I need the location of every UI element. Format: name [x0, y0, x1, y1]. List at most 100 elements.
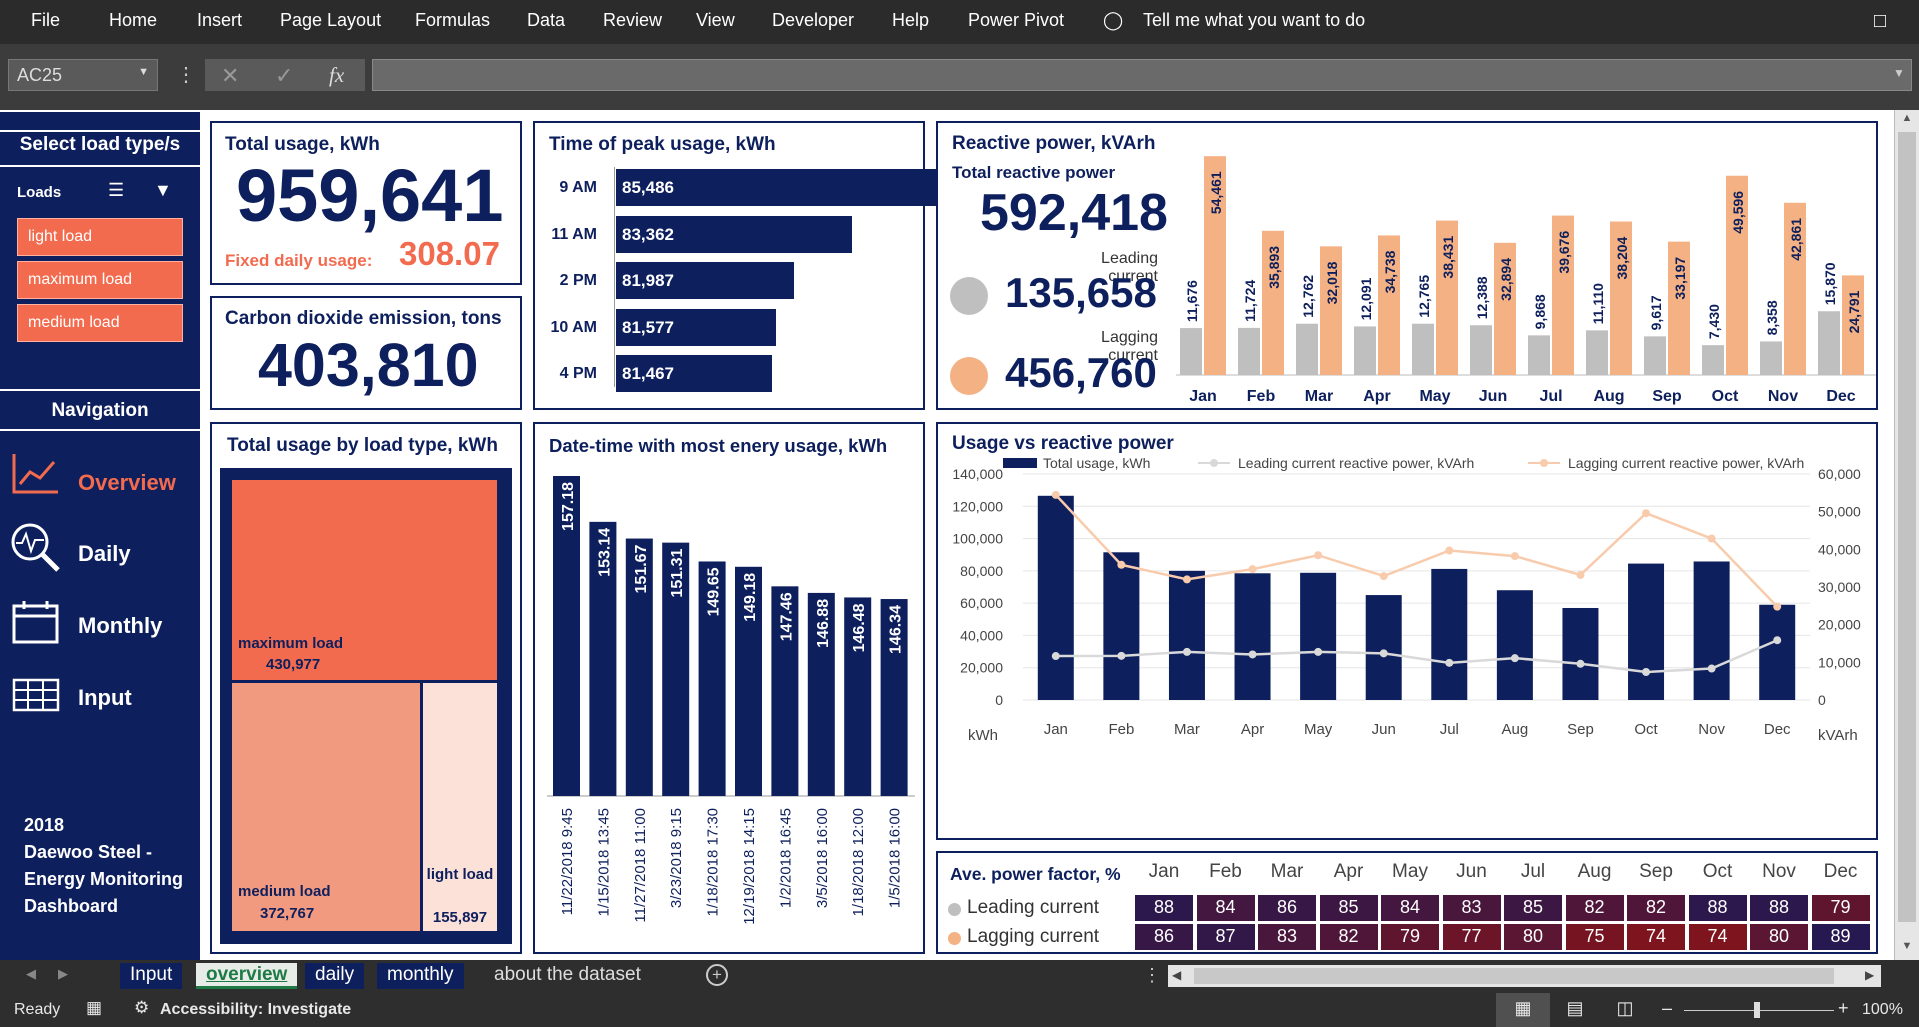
datetime-tick-label: 1/18/2018 12:00: [850, 808, 867, 916]
treemap-maximum-load[interactable]: maximum load 430,977: [232, 480, 497, 680]
function-icon[interactable]: fx: [329, 63, 344, 88]
month-tick-label: Jul: [1440, 721, 1459, 738]
leading-data-label: 11,676: [1184, 280, 1200, 322]
leading-bar: [1644, 336, 1666, 375]
lagging-point: [1051, 490, 1060, 499]
magnifier-pulse-icon: [11, 523, 60, 572]
month-tick-label: Jun: [1479, 388, 1507, 405]
scroll-down-icon[interactable]: ▼: [1897, 940, 1917, 956]
usage-bar: [1103, 552, 1140, 700]
clear-filter-icon[interactable]: ▼: [154, 180, 172, 201]
expand-formula-icon[interactable]: ▼: [1893, 66, 1905, 80]
status-accessibility[interactable]: Accessibility: Investigate: [160, 1001, 351, 1019]
lagging-data-label: 38,431: [1440, 236, 1456, 279]
nav-monthly[interactable]: Monthly: [78, 613, 162, 639]
leading-point: [1707, 664, 1716, 673]
scroll-up-icon[interactable]: ▲: [1897, 112, 1917, 128]
menu-help[interactable]: Help: [892, 10, 929, 31]
slicer-item-maximum-load[interactable]: maximum load: [17, 261, 183, 299]
month-tick-label: Nov: [1698, 721, 1725, 738]
y-left-unit: kWh: [968, 727, 998, 744]
add-sheet-icon[interactable]: +: [706, 964, 728, 986]
horizontal-scrollbar[interactable]: ◀ ▶: [1168, 965, 1881, 987]
vertical-scrollbar[interactable]: ▲ ▼: [1894, 110, 1919, 960]
usage-bar: [1628, 563, 1665, 700]
datetime-tick-label: 1/18/2018 17:30: [705, 808, 722, 916]
zoom-level[interactable]: 100%: [1862, 1001, 1903, 1019]
usage-bar: [1496, 590, 1533, 700]
treemap-light-load[interactable]: light load 155,897: [423, 683, 497, 931]
datetime-value-label: 149.65: [706, 567, 723, 616]
nav-input[interactable]: Input: [78, 685, 132, 711]
pf-month-header: Dec: [1823, 861, 1858, 882]
more-tabs-icon[interactable]: ⋮: [1143, 965, 1161, 986]
tab-monthly[interactable]: monthly: [377, 963, 464, 989]
pf-month-header: Jun: [1456, 861, 1487, 882]
menu-page-layout[interactable]: Page Layout: [280, 10, 381, 31]
datetime-value-label: 149.18: [742, 573, 759, 622]
page-layout-view-icon[interactable]: ▤: [1553, 998, 1597, 1019]
normal-view-icon[interactable]: ▦: [1496, 993, 1550, 1027]
cancel-icon[interactable]: ✕: [221, 63, 239, 89]
lagging-data-label: 35,893: [1266, 246, 1282, 289]
macro-record-icon[interactable]: ▦: [86, 998, 102, 1018]
menu-power-pivot[interactable]: Power Pivot: [968, 10, 1064, 31]
nav-daily[interactable]: Daily: [78, 541, 131, 567]
menu-home[interactable]: Home: [109, 10, 157, 31]
treemap-medium-load[interactable]: medium load 372,767: [232, 683, 420, 931]
pf-lag-cell: 89: [1811, 924, 1870, 950]
zoom-slider-handle[interactable]: [1754, 1002, 1760, 1018]
dashboard-caption: 2018 Daewoo Steel - Energy Monitoring Da…: [24, 815, 183, 916]
menu-developer[interactable]: Developer: [772, 10, 854, 31]
tab-about-the-dataset[interactable]: about the dataset: [484, 963, 651, 989]
leading-bar: [1528, 335, 1550, 375]
pf-month-header: Jul: [1520, 861, 1546, 882]
tab-input[interactable]: Input: [120, 963, 183, 989]
comments-icon[interactable]: □: [1874, 10, 1886, 33]
zoom-out-icon[interactable]: –: [1662, 998, 1672, 1019]
multi-select-icon[interactable]: ☰: [108, 180, 124, 201]
total-reactive-label: Total reactive power: [952, 163, 1116, 182]
hscroll-right-icon[interactable]: ▶: [1865, 968, 1874, 982]
tab-overview[interactable]: overview: [196, 963, 298, 989]
name-box[interactable]: AC25 ▼: [8, 59, 158, 91]
tab-scroll-left-icon[interactable]: ◀: [26, 966, 36, 982]
pf-lead-cell: 79: [1811, 895, 1870, 921]
pf-lag-label: Lagging current: [967, 926, 1100, 947]
nav-overview[interactable]: Overview: [78, 470, 176, 496]
accessibility-icon[interactable]: ⚙: [134, 998, 149, 1018]
datetime-value-label: 151.31: [669, 549, 686, 598]
datetime-tick-label: 3/23/2018 9:15: [668, 808, 685, 908]
leading-data-label: 11,724: [1242, 280, 1258, 322]
slicer-item-medium-load[interactable]: medium load: [17, 304, 183, 342]
month-tick-label: Oct: [1634, 721, 1658, 738]
table-grid-icon: [12, 678, 60, 712]
datetime-card: Date-time with most enery usage, kWh 157…: [533, 422, 925, 954]
tab-scroll-right-icon[interactable]: ▶: [58, 966, 68, 982]
scroll-thumb[interactable]: [1898, 132, 1916, 922]
lagging-point: [1510, 552, 1519, 561]
hscroll-left-icon[interactable]: ◀: [1172, 968, 1181, 982]
formula-input[interactable]: [372, 59, 1912, 91]
menu-file[interactable]: File: [31, 10, 60, 31]
usage-bar: [1365, 595, 1402, 700]
page-break-view-icon[interactable]: ◫: [1603, 998, 1647, 1019]
tell-me-search[interactable]: Tell me what you want to do: [1143, 10, 1365, 31]
zoom-in-icon[interactable]: +: [1838, 998, 1849, 1019]
pf-lag-cell: 82: [1319, 924, 1378, 950]
leading-data-label: 8,358: [1764, 300, 1780, 335]
more-options-icon[interactable]: ⋮: [176, 62, 196, 87]
reactive-card: Reactive power, kVArh Total reactive pow…: [936, 121, 1878, 410]
menu-view[interactable]: View: [696, 10, 735, 31]
enter-icon[interactable]: ✓: [275, 63, 293, 89]
menu-formulas[interactable]: Formulas: [415, 10, 490, 31]
menu-insert[interactable]: Insert: [197, 10, 242, 31]
menu-data[interactable]: Data: [527, 10, 565, 31]
tab-daily[interactable]: daily: [305, 963, 365, 989]
month-tick-label: Dec: [1764, 721, 1791, 738]
pf-lag-cell: 83: [1258, 924, 1316, 950]
menu-review[interactable]: Review: [603, 10, 662, 31]
slicer-item-light-load[interactable]: light load: [17, 218, 183, 256]
hscroll-thumb[interactable]: [1194, 968, 1834, 984]
leading-data-label: 11,110: [1590, 283, 1606, 324]
